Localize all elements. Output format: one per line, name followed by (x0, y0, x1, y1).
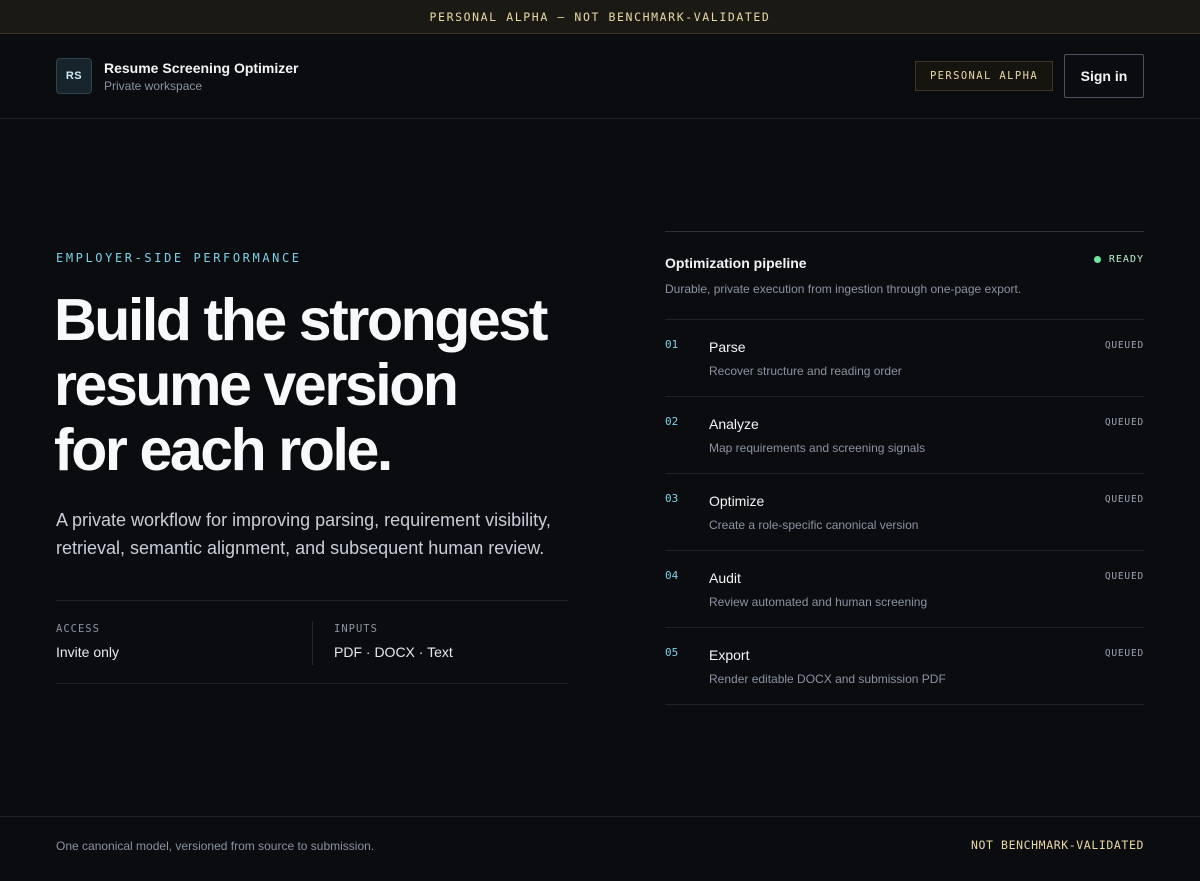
hero-headline: Build the strongest resume version for e… (54, 288, 614, 483)
access-value: Invite only (56, 644, 120, 660)
step-status: QUEUED (1104, 494, 1144, 505)
hero-description: A private workflow for improving parsing… (56, 510, 551, 558)
pipeline-panel: Optimization pipeline Durable, private e… (665, 231, 1144, 705)
top-header: RS Resume Screening Optimizer Private wo… (0, 34, 1200, 119)
banner-text: PERSONAL ALPHA — NOT BENCHMARK-VALIDATED (429, 9, 771, 24)
step-description: Create a role-specific canonical version (709, 518, 919, 532)
alpha-banner: PERSONAL ALPHA — NOT BENCHMARK-VALIDATED (0, 0, 1200, 34)
sign-in-button[interactable]: Sign in (1064, 54, 1144, 98)
step-status: QUEUED (1104, 340, 1144, 351)
step-name: Export (709, 647, 750, 663)
pipeline-step: 03 Optimize Create a role-specific canon… (665, 474, 1144, 551)
brand[interactable]: RS Resume Screening Optimizer Private wo… (56, 58, 299, 94)
step-number: 02 (665, 415, 679, 428)
footer-tagline: One canonical model, versioned from sour… (56, 839, 375, 853)
pipeline-step: 01 Parse Recover structure and reading o… (665, 320, 1144, 397)
step-description: Render editable DOCX and submission PDF (709, 672, 946, 686)
pipeline-step: 04 Audit Review automated and human scre… (665, 551, 1144, 628)
pipeline-title: Optimization pipeline (665, 255, 807, 271)
step-number: 03 (665, 492, 679, 505)
step-description: Map requirements and screening signals (709, 441, 926, 455)
inputs-label: INPUTS (334, 623, 378, 635)
inputs-value: PDF · DOCX · Text (334, 644, 453, 660)
workspace-label: Private workspace (104, 78, 203, 93)
brand-text: Resume Screening Optimizer Private works… (104, 59, 299, 94)
step-name: Parse (709, 339, 746, 355)
personal-alpha-badge: PERSONAL ALPHA (915, 61, 1053, 91)
step-status: QUEUED (1104, 648, 1144, 659)
step-name: Audit (709, 570, 741, 586)
pipeline-subtitle: Durable, private execution from ingestio… (665, 282, 1022, 296)
step-description: Review automated and human screening (709, 595, 928, 609)
pipeline-header: Optimization pipeline Durable, private e… (665, 232, 1144, 320)
step-name: Optimize (709, 493, 765, 509)
headline-line: Build the strongest (54, 287, 548, 353)
app-title: Resume Screening Optimizer (104, 59, 299, 76)
inputs-meta: INPUTS PDF · DOCX · Text (312, 621, 453, 665)
pipeline-status: READY (1093, 254, 1144, 265)
step-name: Analyze (709, 416, 759, 432)
step-number: 01 (665, 338, 679, 351)
status-text: READY (1108, 254, 1144, 265)
status-dot-icon (1093, 256, 1101, 263)
logo-icon: RS (56, 58, 92, 94)
pipeline-step: 05 Export Render editable DOCX and submi… (665, 628, 1144, 705)
step-number: 05 (665, 646, 679, 659)
footer-validation-note: NOT BENCHMARK-VALIDATED (970, 838, 1144, 852)
step-description: Recover structure and reading order (709, 364, 902, 378)
hero-meta: ACCESS Invite only INPUTS PDF · DOCX · T… (56, 600, 568, 684)
step-status: QUEUED (1104, 571, 1144, 582)
access-label: ACCESS (56, 623, 100, 635)
hero-eyebrow: EMPLOYER-SIDE PERFORMANCE (56, 251, 302, 265)
headline-line: for each role. (54, 417, 393, 483)
step-status: QUEUED (1104, 417, 1144, 428)
access-meta: ACCESS Invite only (56, 623, 119, 660)
pipeline-step: 02 Analyze Map requirements and screenin… (665, 397, 1144, 474)
page-footer: One canonical model, versioned from sour… (0, 816, 1200, 881)
step-number: 04 (665, 569, 679, 582)
headline-line: resume version (54, 352, 459, 418)
